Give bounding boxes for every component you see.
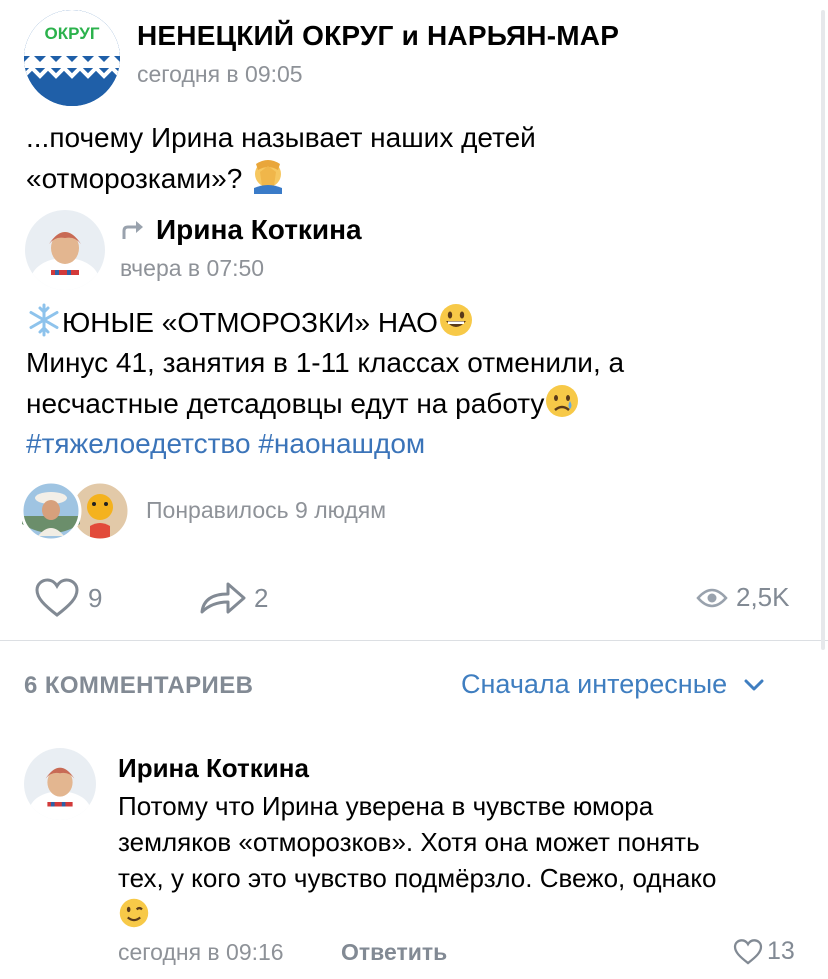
share-button[interactable]: 2	[198, 578, 268, 618]
liked-by-text[interactable]: Понравилось 9 людям	[146, 497, 386, 524]
likers-avatars[interactable]	[20, 480, 132, 542]
chevron-down-icon	[744, 679, 764, 690]
heart-icon	[733, 938, 763, 964]
snowflake-emoji-icon	[29, 303, 59, 337]
eye-icon	[696, 588, 728, 607]
scrollbar[interactable]	[821, 10, 825, 650]
comment-text-line: тех, у кого это чувство подмёрзло. Свежо…	[118, 863, 717, 893]
repost-text-line: несчастные детсадовцы едут на работу	[26, 383, 816, 424]
likes-count: 9	[88, 582, 103, 613]
repost-text-line: Минус 41, занятия в 1-11 классах отменил…	[26, 347, 625, 378]
views-counter: 2,5K	[696, 582, 790, 613]
group-avatar[interactable]: ОКРУГ	[24, 10, 120, 106]
grinning-emoji-icon	[439, 304, 472, 336]
post-text: ...почему Ирина называет наших детей «от…	[26, 118, 806, 199]
group-name[interactable]: НЕНЕЦКИЙ ОКРУГ и НАРЬЯН-МАР	[137, 20, 619, 52]
share-arrow-icon	[200, 582, 246, 614]
repost-author-avatar[interactable]	[25, 210, 105, 290]
comment-text-line: земляков «отморозков». Хотя она может по…	[118, 827, 700, 857]
like-button[interactable]: 9	[34, 578, 102, 618]
post-text-line-content: «отморозками»?	[26, 163, 243, 194]
post-time[interactable]: сегодня в 09:05	[137, 61, 303, 88]
post-text-line: ...почему Ирина называет наших детей	[26, 122, 536, 153]
sort-label: Сначала интересные	[461, 669, 728, 699]
repost-text-line-content: несчастные детсадовцы едут на работу	[26, 388, 545, 419]
repost-arrow-icon	[122, 221, 143, 239]
group-logo-text: ОКРУГ	[45, 24, 100, 43]
liker-avatar	[20, 480, 82, 542]
divider	[0, 640, 828, 641]
repost-title: ЮНЫЕ «ОТМОРОЗКИ» НАО	[62, 307, 438, 338]
comment-like-button[interactable]: 13	[733, 937, 795, 966]
shares-count: 2	[254, 582, 269, 613]
liker-avatars-group	[20, 480, 131, 542]
repost-title-line: ЮНЫЕ «ОТМОРОЗКИ» НАО	[26, 302, 816, 343]
repost-text: ЮНЫЕ «ОТМОРОЗКИ» НАО Минус 41, занятия в…	[26, 302, 816, 464]
comment-author[interactable]: Ирина Коткина	[118, 753, 309, 784]
comment-text-line: Потому что Ирина уверена в чувстве юмора	[118, 791, 654, 821]
avatar	[25, 210, 105, 290]
comment-text: Потому что Ирина уверена в чувстве юмора…	[118, 788, 808, 932]
comment-likes-count: 13	[767, 937, 795, 965]
comments-sort-dropdown[interactable]: Сначала интересные	[461, 669, 765, 700]
comment-time[interactable]: сегодня в 09:16	[118, 939, 284, 966]
comments-count: 6 КОММЕНТАРИЕВ	[24, 672, 254, 699]
wink-emoji-icon	[119, 898, 149, 928]
repost-author[interactable]: Ирина Коткина	[120, 214, 362, 246]
sad-tear-emoji-icon	[546, 385, 579, 417]
heart-icon	[35, 578, 79, 617]
post-text-line: «отморозками»?	[26, 158, 806, 199]
repost-time[interactable]: вчера в 07:50	[120, 255, 264, 282]
repost-hashtags[interactable]: #тяжелоедетство #наонашдом	[26, 424, 816, 464]
reply-button[interactable]: Ответить	[341, 939, 447, 966]
comment-text-line	[118, 896, 808, 932]
group-logo-icon: ОКРУГ	[24, 10, 120, 106]
comment-author-avatar[interactable]	[24, 748, 96, 820]
avatar	[24, 748, 96, 820]
repost-author-name[interactable]: Ирина Коткина	[156, 214, 362, 246]
facepalm-emoji-icon	[254, 160, 283, 194]
views-count: 2,5K	[736, 582, 790, 612]
